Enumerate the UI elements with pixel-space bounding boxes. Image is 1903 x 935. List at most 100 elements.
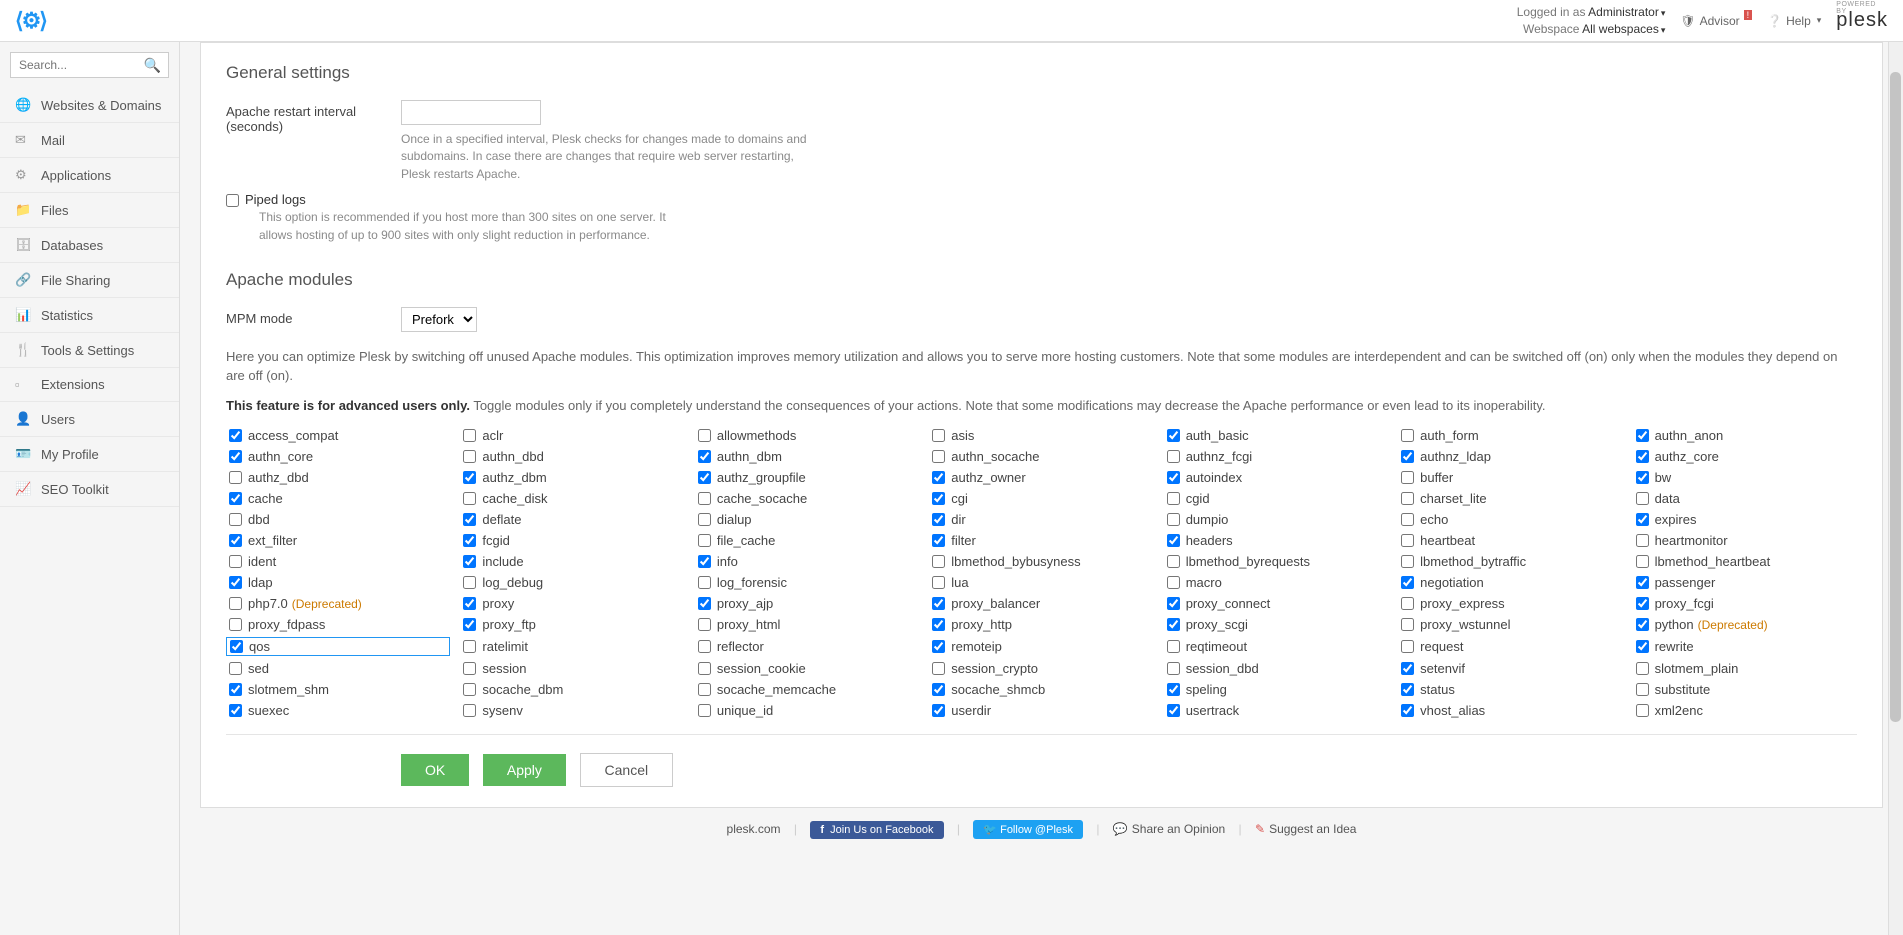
module-checkbox-remoteip[interactable] <box>932 640 945 653</box>
module-proxy_express[interactable]: proxy_express <box>1398 595 1622 612</box>
module-checkbox-ldap[interactable] <box>229 576 242 589</box>
module-proxy_html[interactable]: proxy_html <box>695 616 919 633</box>
module-checkbox-proxy_ajp[interactable] <box>698 597 711 610</box>
module-checkbox-cache_socache[interactable] <box>698 492 711 505</box>
module-negotiation[interactable]: negotiation <box>1398 574 1622 591</box>
module-checkbox-reflector[interactable] <box>698 640 711 653</box>
sidebar-item-statistics[interactable]: 📊Statistics <box>0 298 179 333</box>
module-checkbox-proxy_balancer[interactable] <box>932 597 945 610</box>
module-checkbox-ratelimit[interactable] <box>463 640 476 653</box>
module-checkbox-lbmethod_bytraffic[interactable] <box>1401 555 1414 568</box>
module-checkbox-autoindex[interactable] <box>1167 471 1180 484</box>
module-checkbox-slotmem_plain[interactable] <box>1636 662 1649 675</box>
module-checkbox-headers[interactable] <box>1167 534 1180 547</box>
module-checkbox-proxy_fcgi[interactable] <box>1636 597 1649 610</box>
module-checkbox-log_debug[interactable] <box>463 576 476 589</box>
cancel-button[interactable]: Cancel <box>580 753 674 787</box>
module-socache_shmcb[interactable]: socache_shmcb <box>929 681 1153 698</box>
module-buffer[interactable]: buffer <box>1398 469 1622 486</box>
module-checkbox-ext_filter[interactable] <box>229 534 242 547</box>
module-proxy_connect[interactable]: proxy_connect <box>1164 595 1388 612</box>
module-fcgid[interactable]: fcgid <box>460 532 684 549</box>
suggest-idea-link[interactable]: ✎Suggest an Idea <box>1255 822 1356 836</box>
module-checkbox-lbmethod_heartbeat[interactable] <box>1636 555 1649 568</box>
module-checkbox-authn_dbm[interactable] <box>698 450 711 463</box>
module-checkbox-proxy[interactable] <box>463 597 476 610</box>
module-checkbox-filter[interactable] <box>932 534 945 547</box>
sidebar-item-databases[interactable]: 🗄Databases <box>0 228 179 263</box>
module-lua[interactable]: lua <box>929 574 1153 591</box>
module-checkbox-session_crypto[interactable] <box>932 662 945 675</box>
module-checkbox-authz_dbd[interactable] <box>229 471 242 484</box>
module-authnz_ldap[interactable]: authnz_ldap <box>1398 448 1622 465</box>
module-lbmethod_bytraffic[interactable]: lbmethod_bytraffic <box>1398 553 1622 570</box>
sidebar-item-seo[interactable]: 📈SEO Toolkit <box>0 472 179 507</box>
module-slotmem_shm[interactable]: slotmem_shm <box>226 681 450 698</box>
module-proxy_scgi[interactable]: proxy_scgi <box>1164 616 1388 633</box>
module-checkbox-heartmonitor[interactable] <box>1636 534 1649 547</box>
module-proxy[interactable]: proxy <box>460 595 684 612</box>
module-python[interactable]: python(Deprecated) <box>1633 616 1857 633</box>
module-reqtimeout[interactable]: reqtimeout <box>1164 637 1388 656</box>
module-userdir[interactable]: userdir <box>929 702 1153 719</box>
module-checkbox-asis[interactable] <box>932 429 945 442</box>
module-filter[interactable]: filter <box>929 532 1153 549</box>
module-checkbox-info[interactable] <box>698 555 711 568</box>
module-php7.0[interactable]: php7.0(Deprecated) <box>226 595 450 612</box>
module-checkbox-authz_dbm[interactable] <box>463 471 476 484</box>
module-data[interactable]: data <box>1633 490 1857 507</box>
module-cache[interactable]: cache <box>226 490 450 507</box>
advisor-link[interactable]: 🛡 Advisor ! <box>1680 14 1752 28</box>
module-checkbox-setenvif[interactable] <box>1401 662 1414 675</box>
module-asis[interactable]: asis <box>929 427 1153 444</box>
module-access_compat[interactable]: access_compat <box>226 427 450 444</box>
sidebar-item-files[interactable]: 📁Files <box>0 193 179 228</box>
sidebar-item-extensions[interactable]: ▫Extensions <box>0 368 179 402</box>
module-proxy_fdpass[interactable]: proxy_fdpass <box>226 616 450 633</box>
module-macro[interactable]: macro <box>1164 574 1388 591</box>
sidebar-item-websites[interactable]: 🌐Websites & Domains <box>0 88 179 123</box>
sidebar-item-profile[interactable]: 🪪My Profile <box>0 437 179 472</box>
module-checkbox-allowmethods[interactable] <box>698 429 711 442</box>
module-socache_memcache[interactable]: socache_memcache <box>695 681 919 698</box>
module-checkbox-request[interactable] <box>1401 640 1414 653</box>
mpm-mode-select[interactable]: Prefork <box>401 307 477 332</box>
module-info[interactable]: info <box>695 553 919 570</box>
module-checkbox-authnz_fcgi[interactable] <box>1167 450 1180 463</box>
module-ident[interactable]: ident <box>226 553 450 570</box>
module-checkbox-speling[interactable] <box>1167 683 1180 696</box>
module-checkbox-file_cache[interactable] <box>698 534 711 547</box>
module-status[interactable]: status <box>1398 681 1622 698</box>
module-checkbox-session_cookie[interactable] <box>698 662 711 675</box>
module-reflector[interactable]: reflector <box>695 637 919 656</box>
module-remoteip[interactable]: remoteip <box>929 637 1153 656</box>
module-checkbox-log_forensic[interactable] <box>698 576 711 589</box>
module-checkbox-vhost_alias[interactable] <box>1401 704 1414 717</box>
module-checkbox-socache_dbm[interactable] <box>463 683 476 696</box>
restart-interval-input[interactable] <box>401 100 541 125</box>
module-slotmem_plain[interactable]: slotmem_plain <box>1633 660 1857 677</box>
plesk-logo-icon[interactable]: ⟨⚙⟩ <box>15 8 46 34</box>
module-checkbox-heartbeat[interactable] <box>1401 534 1414 547</box>
module-authn_dbd[interactable]: authn_dbd <box>460 448 684 465</box>
module-checkbox-authz_groupfile[interactable] <box>698 471 711 484</box>
module-auth_basic[interactable]: auth_basic <box>1164 427 1388 444</box>
module-checkbox-deflate[interactable] <box>463 513 476 526</box>
module-dir[interactable]: dir <box>929 511 1153 528</box>
module-dumpio[interactable]: dumpio <box>1164 511 1388 528</box>
module-checkbox-authnz_ldap[interactable] <box>1401 450 1414 463</box>
ok-button[interactable]: OK <box>401 754 469 786</box>
module-authnz_fcgi[interactable]: authnz_fcgi <box>1164 448 1388 465</box>
module-checkbox-session_dbd[interactable] <box>1167 662 1180 675</box>
module-ratelimit[interactable]: ratelimit <box>460 637 684 656</box>
module-ldap[interactable]: ldap <box>226 574 450 591</box>
module-checkbox-authn_socache[interactable] <box>932 450 945 463</box>
module-substitute[interactable]: substitute <box>1633 681 1857 698</box>
footer-site-link[interactable]: plesk.com <box>727 822 781 836</box>
twitter-button[interactable]: 🐦 Follow @Plesk <box>973 820 1083 839</box>
module-authz_core[interactable]: authz_core <box>1633 448 1857 465</box>
module-checkbox-substitute[interactable] <box>1636 683 1649 696</box>
module-checkbox-cache[interactable] <box>229 492 242 505</box>
module-checkbox-php7.0[interactable] <box>229 597 242 610</box>
module-log_forensic[interactable]: log_forensic <box>695 574 919 591</box>
